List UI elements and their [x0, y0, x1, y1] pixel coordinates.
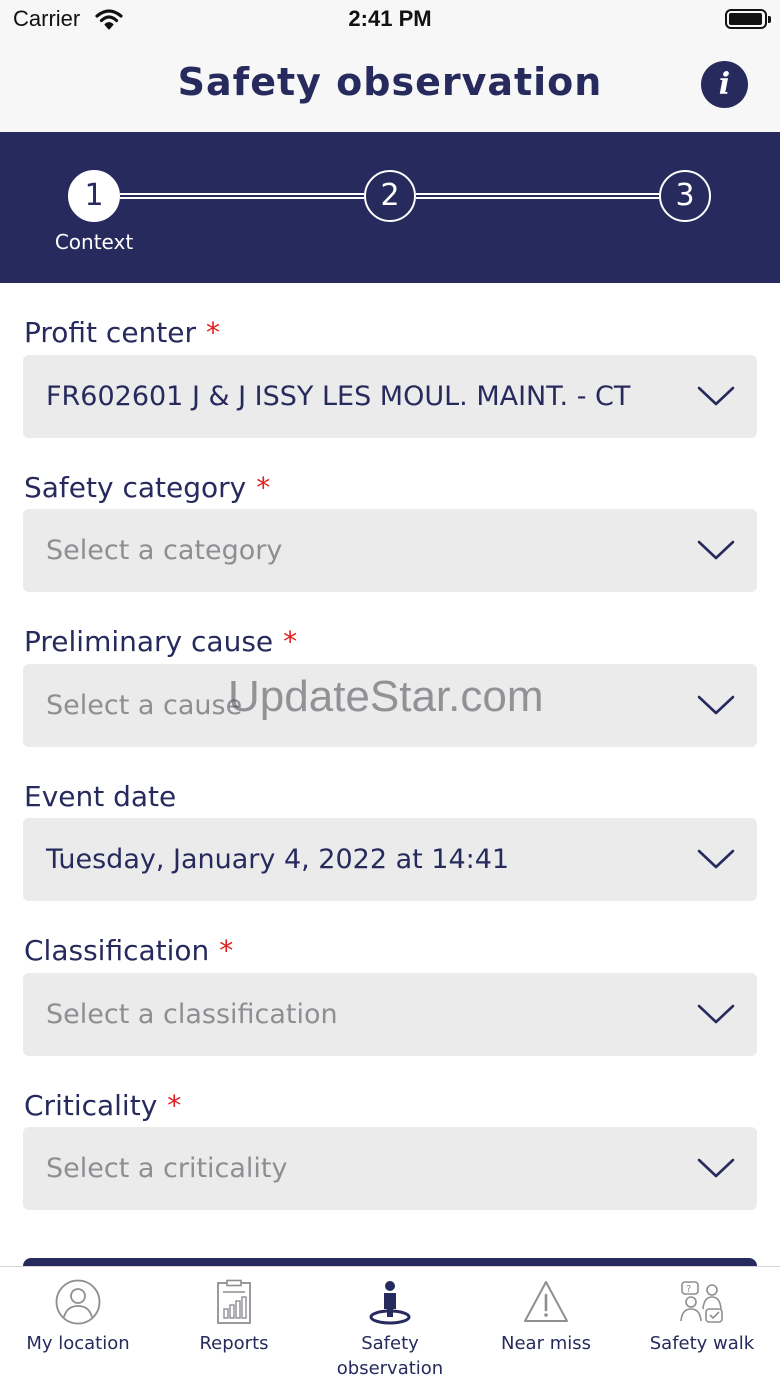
tab-label: Safety walk	[649, 1333, 755, 1354]
page-title: Safety observation	[177, 60, 603, 104]
chevron-down-icon	[697, 849, 735, 869]
classification-label: Classification *	[24, 934, 233, 967]
safety-category-label-text: Safety category	[24, 471, 247, 504]
profit-center-label-text: Profit center	[24, 316, 197, 349]
tab-reports[interactable]: Reports	[156, 1267, 312, 1387]
criticality-label-text: Criticality	[24, 1089, 158, 1122]
required-marker: *	[283, 625, 298, 658]
event-date-label-text: Event date	[24, 780, 177, 813]
step-connector	[416, 193, 660, 199]
classification-placeholder: Select a classification	[46, 999, 338, 1030]
tab-bar: My location Reports Safety observation N…	[0, 1266, 780, 1387]
navigation-bar: Safety observation i	[0, 42, 780, 132]
chevron-down-icon	[697, 1004, 735, 1024]
tab-safety-observation[interactable]: Safety observation	[312, 1267, 468, 1387]
required-marker: *	[206, 316, 221, 349]
classification-select[interactable]: Select a classification	[23, 973, 757, 1056]
person-circle-icon	[55, 1279, 101, 1325]
report-chart-icon	[217, 1279, 251, 1324]
tab-near-miss[interactable]: Near miss	[468, 1267, 624, 1387]
required-marker: *	[256, 471, 271, 504]
safety-walk-icon: ?	[680, 1281, 723, 1323]
chevron-down-icon	[697, 386, 735, 406]
step-1-label: Context	[54, 230, 134, 254]
tab-safety-walk[interactable]: ? Safety walk	[624, 1267, 780, 1387]
info-icon[interactable]: i	[701, 61, 748, 108]
watermark: UpdateStar.com	[228, 672, 544, 721]
preliminary-cause-label-text: Preliminary cause	[24, 625, 274, 658]
required-marker: *	[219, 934, 234, 967]
criticality-placeholder: Select a criticality	[46, 1153, 288, 1184]
battery-icon	[725, 9, 771, 29]
preliminary-cause-placeholder: Select a cause	[46, 690, 243, 721]
event-date-value: Tuesday, January 4, 2022 at 14:41	[46, 844, 510, 875]
classification-label-text: Classification	[24, 934, 210, 967]
profit-center-label: Profit center *	[24, 316, 220, 349]
safety-category-select[interactable]: Select a category	[23, 509, 757, 592]
chevron-down-icon	[697, 540, 735, 560]
safety-category-label: Safety category *	[24, 471, 270, 504]
step-2[interactable]: 2	[364, 170, 416, 222]
safety-category-placeholder: Select a category	[46, 535, 283, 566]
chevron-down-icon	[697, 1158, 735, 1178]
profit-center-select[interactable]: FR602601 J & J ISSY LES MOUL. MAINT. - C…	[23, 355, 757, 438]
event-date-picker[interactable]: Tuesday, January 4, 2022 at 14:41	[23, 818, 757, 901]
preliminary-cause-label: Preliminary cause *	[24, 625, 297, 658]
step-1[interactable]: 1	[68, 170, 120, 222]
progress-stepper: 1 2 3 Context	[0, 132, 780, 283]
tab-label: Reports	[199, 1333, 269, 1354]
criticality-select[interactable]: Select a criticality	[23, 1127, 757, 1210]
criticality-label: Criticality *	[24, 1089, 181, 1122]
tab-label: Safety observation	[336, 1333, 444, 1379]
svg-text:?: ?	[686, 1284, 691, 1295]
tab-label: My location	[26, 1333, 130, 1354]
clock: 2:41 PM	[348, 6, 432, 31]
step-connector	[120, 193, 364, 199]
chevron-down-icon	[697, 695, 735, 715]
tab-my-location[interactable]: My location	[0, 1267, 156, 1387]
status-bar: Carrier 2:41 PM	[0, 0, 780, 42]
safety-observation-icon	[369, 1281, 411, 1325]
profit-center-value: FR602601 J & J ISSY LES MOUL. MAINT. - C…	[46, 381, 631, 412]
required-marker: *	[167, 1089, 182, 1122]
event-date-label: Event date	[24, 780, 176, 813]
tab-label: Near miss	[501, 1333, 591, 1354]
step-3[interactable]: 3	[659, 170, 711, 222]
warning-triangle-icon	[524, 1281, 568, 1322]
